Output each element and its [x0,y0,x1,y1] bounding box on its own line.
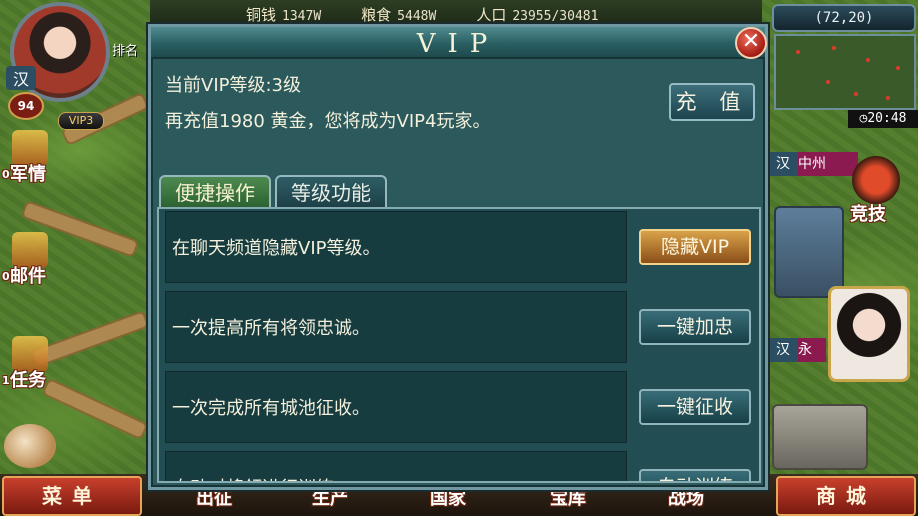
side-button-label: 邮件 [10,266,46,287]
game-clock: ◷20:48 [848,110,918,128]
vip-feature-list[interactable]: 在聊天频道隐藏VIP等级。 隐藏VIP 一次提高所有将领忠诚。 一键加忠 一次完… [157,207,761,483]
feature-description: 一次完成所有城池征收。 [172,398,370,419]
horn-icon[interactable] [4,424,56,468]
minimap[interactable] [774,34,916,110]
resource-value: 1347W [282,8,322,24]
list-scrollbar[interactable] [759,213,761,253]
list-item: 在聊天频道隐藏VIP等级。 [165,211,627,283]
list-item: 一次完成所有城池征收。 [165,371,627,443]
resource-population: 人口 23955/30481 [476,4,598,25]
feature-description: 自动对将领进行训练。 [172,474,352,481]
recharge-button[interactable]: 充 值 [669,83,755,121]
rank-label[interactable]: 排名 [112,40,138,59]
mail-button[interactable]: 邮件 0 [2,232,62,292]
player-nation-badge: 汉 [6,66,36,90]
menu-button[interactable]: 菜单 [2,476,142,516]
quest-button[interactable]: 任务 1 [2,336,62,396]
military-intel-button[interactable]: 军情 0 [2,130,62,190]
current-vip-level: 当前VIP等级:3级 [165,75,301,96]
map-coordinates[interactable]: (72,20) [772,4,916,32]
advisor-portrait[interactable] [828,286,910,382]
city-nation: 汉 [776,156,790,172]
resource-label: 铜钱 [246,5,277,24]
vip-upgrade-hint: 再充值1980 黄金，您将成为VIP4玩家。 [165,111,491,132]
arena-button[interactable]: 竞技 [846,152,908,228]
side-button-count: 0 [2,168,10,181]
resource-label: 粮食 [361,5,392,24]
side-button-count: 1 [2,374,10,387]
side-button-label: 任务 [10,370,46,391]
city-name: 永 [798,342,812,358]
city-nation: 汉 [776,342,790,358]
auto-train-button[interactable]: 自动训练 [639,469,751,481]
city-tag[interactable]: 汉永 [770,338,826,362]
resource-label: 人口 [476,5,507,24]
list-item: 自动对将领进行训练。 [165,451,627,481]
clock-time: 20:48 [867,111,907,126]
boost-loyalty-button[interactable]: 一键加忠 [639,309,751,345]
close-button[interactable]: ✕ [735,27,767,59]
feature-description: 一次提高所有将领忠诚。 [172,318,370,339]
player-level-badge: 94 [8,92,44,120]
resource-value: 5448W [397,8,437,24]
crossed-swords-icon [852,156,900,204]
city-tag[interactable]: 汉中州 [770,152,858,176]
side-button-count: 0 [2,270,10,283]
fortress-building[interactable] [772,404,868,470]
tab-level-features[interactable]: 等级功能 [275,175,387,209]
vip-dialog-title: VIP [416,29,500,59]
resource-grain: 粮食 5448W [361,4,436,25]
palace-building[interactable] [774,206,844,298]
city-name: 中州 [798,156,826,172]
shop-button[interactable]: 商城 [776,476,916,516]
vip-dialog-header: VIP ✕ [151,27,767,59]
resource-copper: 铜钱 1347W [246,4,321,25]
player-vip-badge[interactable]: VIP3 [58,112,104,130]
hide-vip-button[interactable]: 隐藏VIP [639,229,751,265]
resource-value: 23955/30481 [512,8,599,24]
arena-label: 竞技 [850,204,886,225]
tab-quick-actions[interactable]: 便捷操作 [159,175,271,209]
list-item: 一次提高所有将领忠诚。 [165,291,627,363]
feature-description: 在聊天频道隐藏VIP等级。 [172,238,381,259]
vip-dialog: VIP ✕ 当前VIP等级:3级 再充值1980 黄金，您将成为VIP4玩家。 … [148,24,768,490]
side-button-label: 军情 [10,164,46,185]
collect-all-button[interactable]: 一键征收 [639,389,751,425]
